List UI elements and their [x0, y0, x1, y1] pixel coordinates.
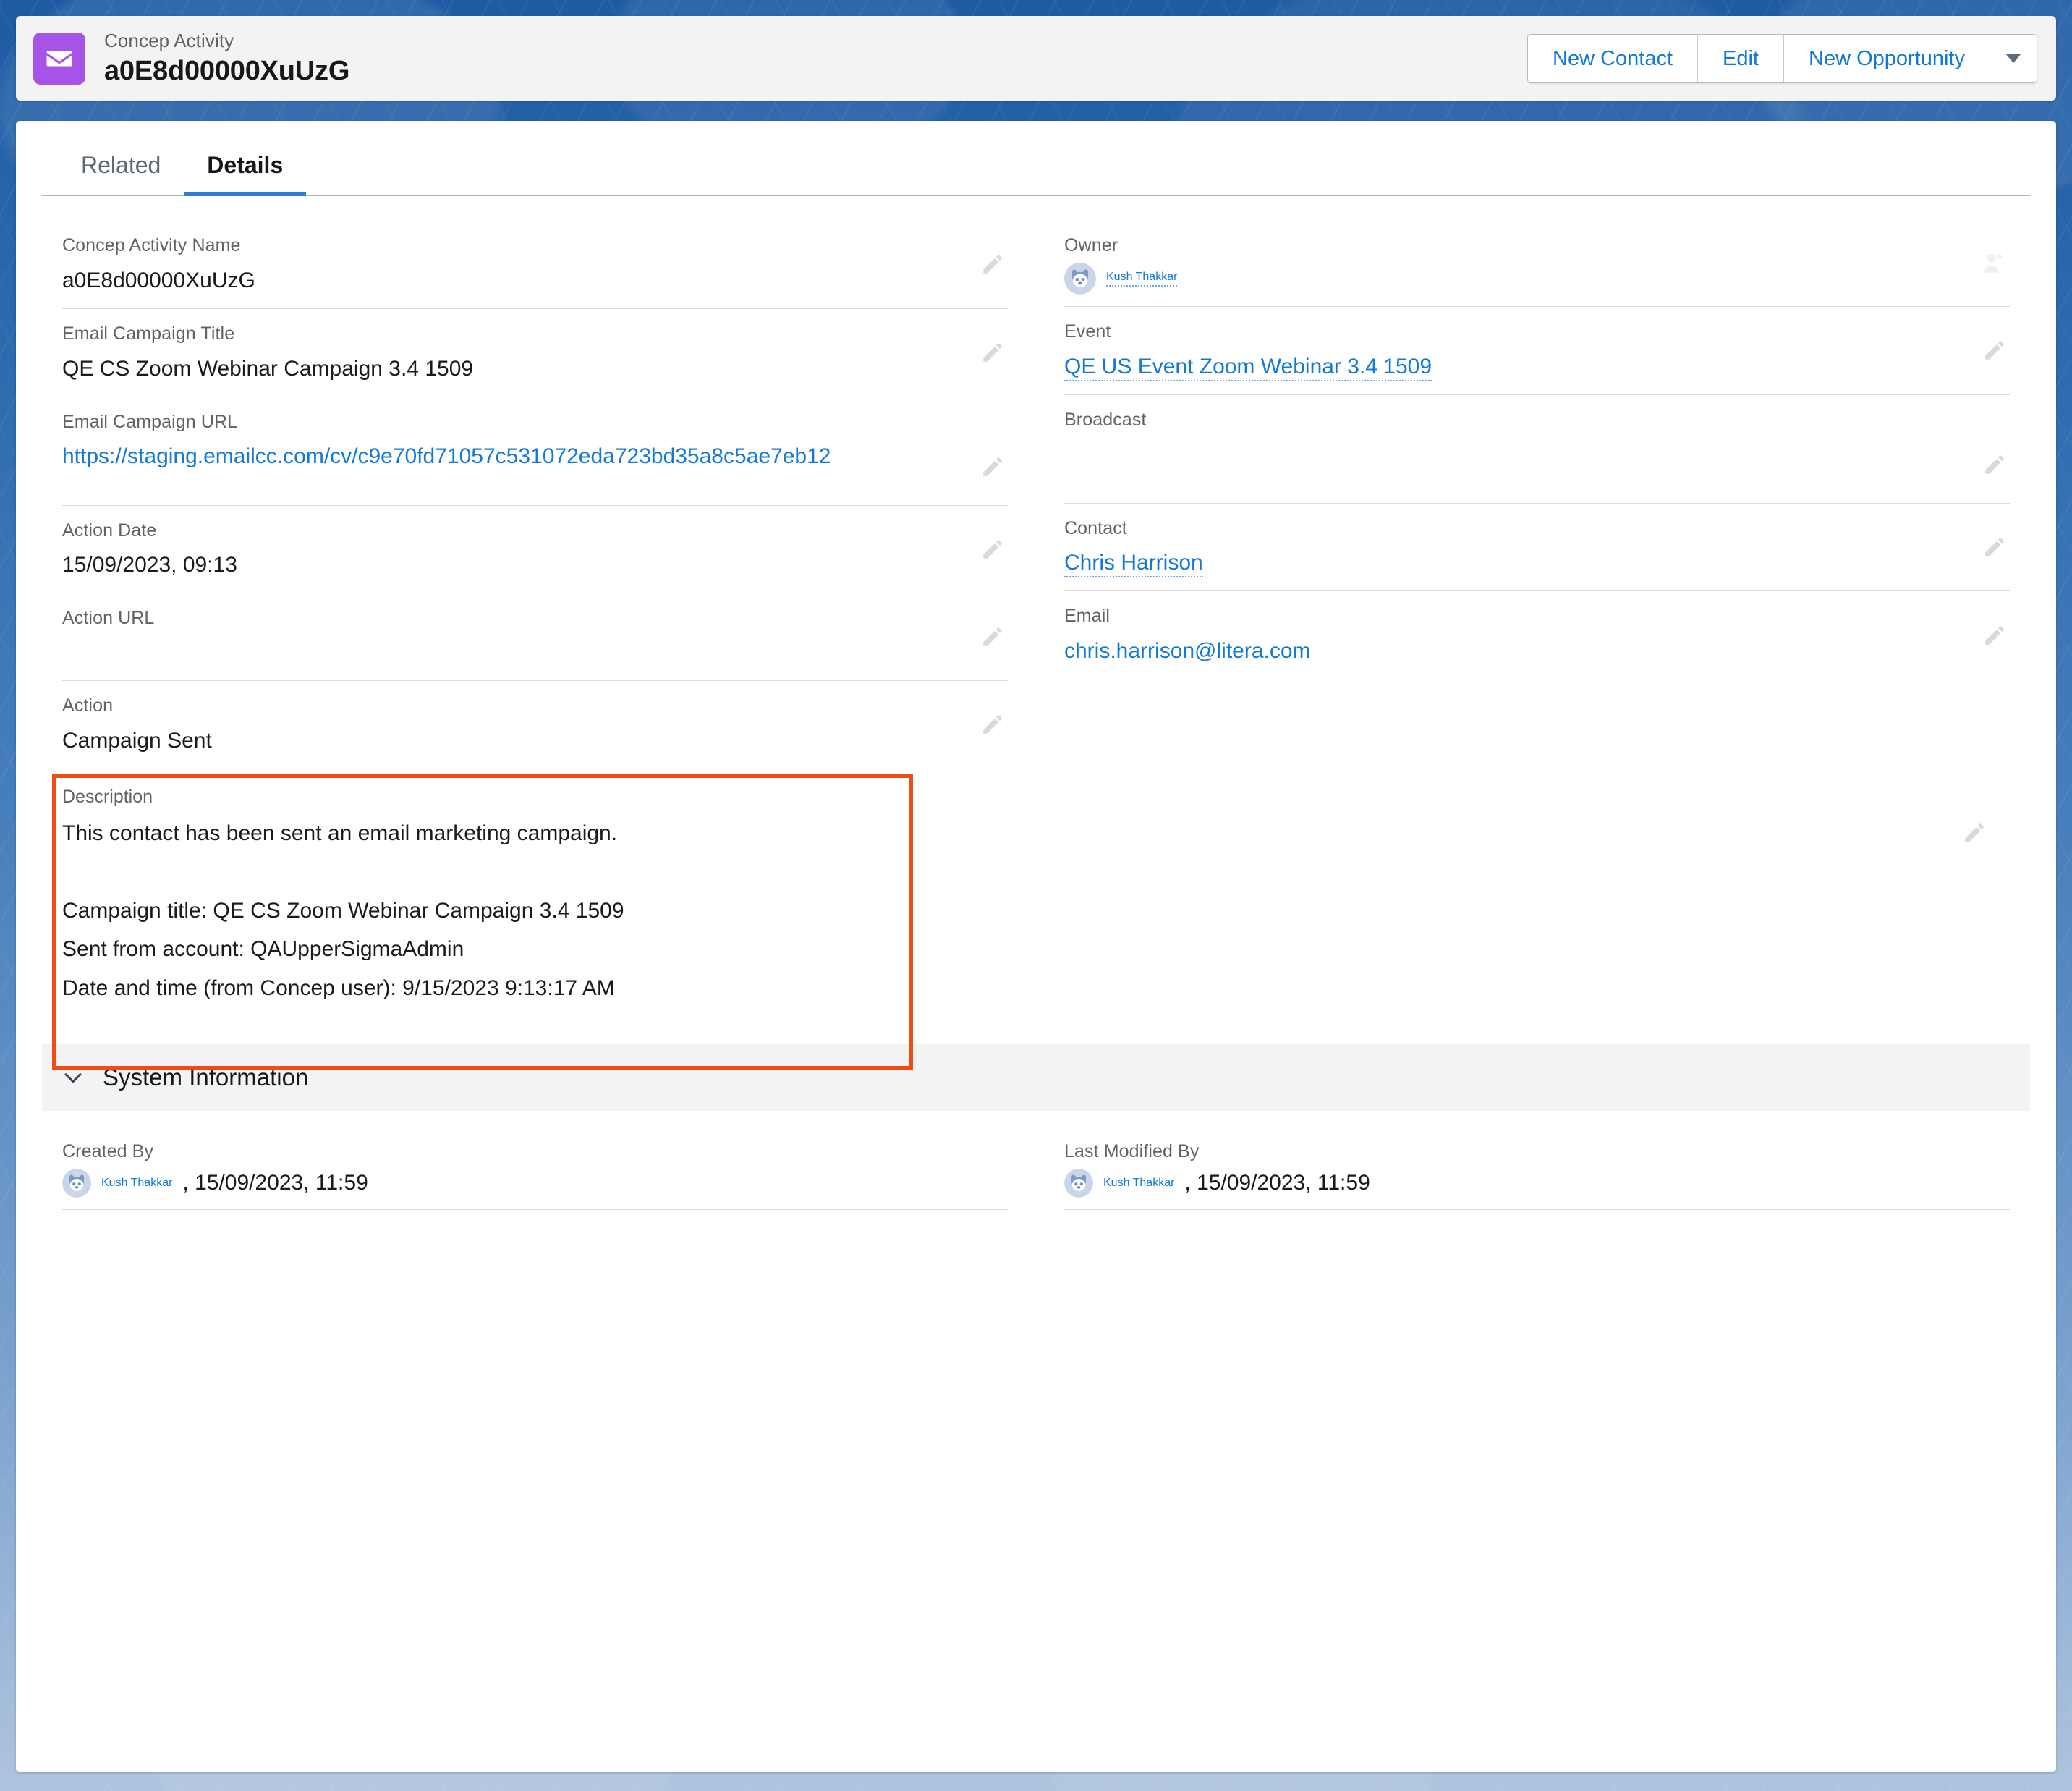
edit-pencil-icon[interactable]	[1982, 452, 2007, 477]
field-concep-activity-name: Concep Activity Name a0E8d00000XuUzG	[62, 221, 1008, 309]
field-label: Action Date	[62, 520, 157, 541]
field-label: Description	[62, 786, 153, 807]
new-contact-button[interactable]: New Contact	[1528, 34, 1699, 82]
field-label: Created By	[62, 1141, 154, 1162]
avatar	[1064, 1168, 1093, 1198]
field-label: Last Modified By	[1064, 1141, 1200, 1162]
last-modified-by-user-link[interactable]: Kush Thakkar	[1103, 1177, 1174, 1190]
field-value: Chris Harrison	[1064, 546, 1959, 579]
field-label: Email Campaign URL	[62, 411, 238, 432]
field-label: Action	[62, 695, 114, 716]
avatar	[62, 1168, 91, 1198]
owner-value: Kush Thakkar	[1064, 262, 1959, 295]
last-modified-by-timestamp: , 15/09/2023, 11:59	[1184, 1170, 1370, 1195]
field-label: Contact	[1064, 517, 1127, 538]
field-event: Event QE US Event Zoom Webinar 3.4 1509	[1064, 307, 2010, 395]
edit-pencil-icon[interactable]	[1962, 821, 1987, 845]
edit-pencil-icon[interactable]	[980, 252, 1005, 276]
change-owner-icon[interactable]	[1982, 251, 2007, 276]
edit-pencil-icon[interactable]	[1982, 338, 2007, 363]
record-detail-card: Related Details Concep Activity Name a0E…	[16, 121, 2056, 1772]
section-title: System Information	[103, 1064, 309, 1091]
field-action: Action Campaign Sent	[62, 681, 1008, 769]
edit-pencil-icon[interactable]	[1982, 535, 2007, 559]
description-wrapper: Description This contact has been sent a…	[52, 771, 2010, 1070]
chevron-down-icon	[2005, 54, 2021, 63]
field-broadcast: Broadcast	[1064, 395, 2010, 504]
field-contact: Contact Chris Harrison	[1064, 504, 2010, 592]
envelope-icon	[33, 32, 85, 85]
last-modified-by-value: Kush Thakkar , 15/09/2023, 11:59	[1064, 1168, 1959, 1198]
details-left-column: Concep Activity Name a0E8d00000XuUzG Ema…	[62, 221, 1008, 769]
edit-button[interactable]: Edit	[1698, 34, 1784, 82]
field-value	[62, 637, 957, 669]
tab-details[interactable]: Details	[184, 152, 307, 196]
field-label: Owner	[1064, 235, 1118, 255]
field-owner: Owner Kush Thakkar	[1064, 221, 2010, 307]
edit-pencil-icon[interactable]	[980, 712, 1005, 737]
field-description: Description This contact has been sent a…	[62, 771, 1990, 1023]
page-title: a0E8d00000XuUzG	[104, 56, 350, 87]
record-highlights-panel: Concep Activity a0E8d00000XuUzG New Cont…	[16, 16, 2056, 101]
edit-pencil-icon[interactable]	[980, 340, 1005, 365]
created-by-timestamp: , 15/09/2023, 11:59	[182, 1170, 368, 1195]
edit-pencil-icon[interactable]	[1982, 623, 2007, 648]
new-opportunity-button[interactable]: New Opportunity	[1784, 34, 1990, 82]
chevron-down-icon	[61, 1065, 85, 1090]
contact-link[interactable]: Chris Harrison	[1064, 551, 1203, 578]
field-email-campaign-title: Email Campaign Title QE CS Zoom Webinar …	[62, 309, 1008, 397]
field-label: Email	[1064, 606, 1111, 627]
field-value: a0E8d00000XuUzG	[62, 268, 255, 292]
field-value: QE US Event Zoom Webinar 3.4 1509	[1064, 350, 1959, 383]
details-right-column: Owner Kush Thakkar Event QE US Event Zoo…	[1064, 221, 2010, 769]
field-label: Concep Activity Name	[62, 235, 241, 255]
edit-pencil-icon[interactable]	[980, 537, 1005, 562]
email-link[interactable]: chris.harrison@litera.com	[1064, 639, 1311, 663]
field-email-campaign-url: Email Campaign URL https://staging.email…	[62, 397, 1008, 506]
event-link[interactable]: QE US Event Zoom Webinar 3.4 1509	[1064, 354, 1432, 381]
edit-pencil-icon[interactable]	[980, 624, 1005, 649]
field-last-modified-by: Last Modified By Kush Thakkar , 15/09/20…	[1064, 1127, 2010, 1210]
created-by-value: Kush Thakkar , 15/09/2023, 11:59	[62, 1168, 957, 1198]
field-email: Email chris.harrison@litera.com	[1064, 591, 2010, 679]
record-actions-toolbar: New Contact Edit New Opportunity	[1527, 33, 2037, 83]
record-page: Concep Activity a0E8d00000XuUzG New Cont…	[0, 0, 2072, 1791]
system-information-grid: Created By Kush Thakkar , 15/09/2023, 11…	[42, 1111, 2030, 1210]
more-actions-button[interactable]	[1990, 34, 2037, 82]
field-label: Event	[1064, 321, 1111, 342]
field-value: https://staging.emailcc.com/cv/c9e70fd71…	[62, 440, 957, 473]
email-campaign-url-link[interactable]: https://staging.emailcc.com/cv/c9e70fd71…	[62, 444, 831, 468]
created-by-user-link[interactable]: Kush Thakkar	[101, 1177, 172, 1190]
object-type-label: Concep Activity	[104, 29, 234, 51]
field-label: Email Campaign Title	[62, 323, 235, 344]
field-value: This contact has been sent an email mark…	[62, 821, 624, 1000]
avatar	[1064, 262, 1096, 295]
field-label: Broadcast	[1064, 409, 1147, 430]
field-value	[1064, 438, 1959, 470]
field-action-date: Action Date 15/09/2023, 09:13	[62, 506, 1008, 594]
field-value: QE CS Zoom Webinar Campaign 3.4 1509	[62, 356, 474, 381]
field-value: 15/09/2023, 09:13	[62, 553, 237, 577]
field-created-by: Created By Kush Thakkar , 15/09/2023, 11…	[62, 1127, 1008, 1210]
field-value: chris.harrison@litera.com	[1064, 635, 1959, 667]
header-titles: Concep Activity a0E8d00000XuUzG	[104, 29, 1527, 88]
field-label: Action URL	[62, 608, 155, 629]
details-field-grid: Concep Activity Name a0E8d00000XuUzG Ema…	[42, 196, 2030, 1070]
field-action-url: Action URL	[62, 593, 1008, 681]
record-tabs: Related Details	[42, 121, 2030, 196]
field-value: Campaign Sent	[62, 728, 212, 753]
section-system-information-header[interactable]: System Information	[42, 1044, 2030, 1112]
owner-link[interactable]: Kush Thakkar	[1106, 271, 1178, 287]
tab-related[interactable]: Related	[58, 152, 184, 195]
edit-pencil-icon[interactable]	[980, 454, 1005, 479]
